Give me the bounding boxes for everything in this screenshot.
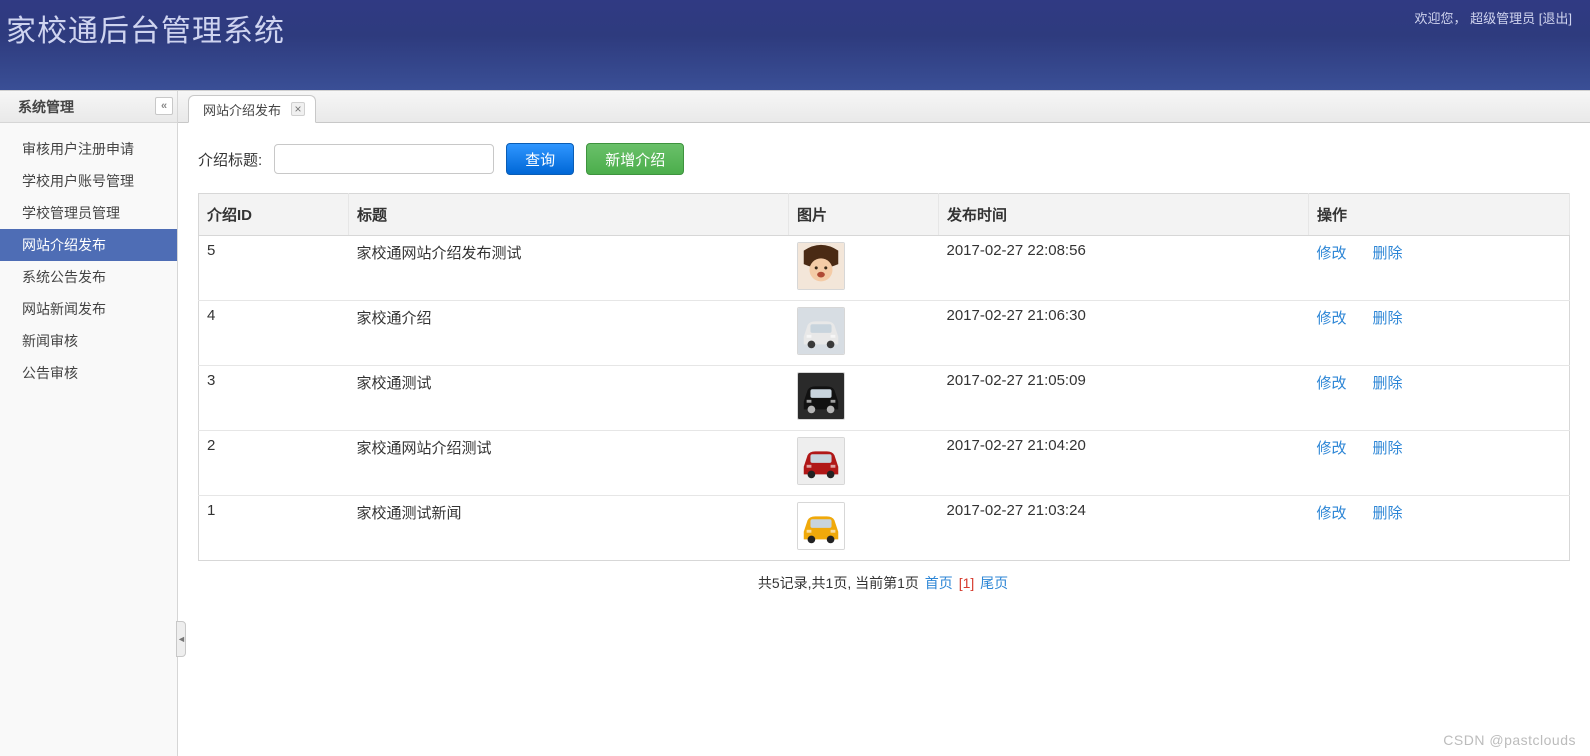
app-header: 家校通后台管理系统 欢迎您， 超级管理员 [退出] [0, 0, 1590, 90]
sidebar-item-3[interactable]: 网站介绍发布 [0, 229, 177, 261]
add-button[interactable]: 新增介绍 [586, 143, 684, 175]
edit-link[interactable]: 修改 [1317, 505, 1347, 522]
sidebar-item-7[interactable]: 公告审核 [0, 357, 177, 389]
welcome-user: 超级管理员 [1470, 11, 1535, 26]
sidebar-item-0[interactable]: 审核用户注册申请 [0, 133, 177, 165]
cell-image [789, 366, 939, 431]
table-row: 5家校通网站介绍发布测试 2017-02-27 22:08:56 修改 删除 [199, 236, 1570, 301]
sidebar-header: 系统管理 « [0, 91, 177, 123]
delete-link[interactable]: 删除 [1373, 505, 1403, 522]
cell-ops: 修改 删除 [1309, 496, 1570, 561]
cell-id: 1 [199, 496, 349, 561]
search-bar: 介绍标题: 查询 新增介绍 [198, 143, 1570, 175]
page-body: 介绍标题: 查询 新增介绍 介绍ID 标题 图片 发布时间 操作 5家校通网站介… [178, 123, 1590, 756]
sidebar-item-5[interactable]: 网站新闻发布 [0, 293, 177, 325]
cell-time: 2017-02-27 22:08:56 [939, 236, 1309, 301]
sidebar-header-label: 系统管理 [18, 99, 74, 115]
tab-label: 网站介绍发布 [203, 100, 281, 119]
cell-image [789, 301, 939, 366]
th-time: 发布时间 [939, 194, 1309, 236]
delete-link[interactable]: 删除 [1373, 440, 1403, 457]
cell-time: 2017-02-27 21:03:24 [939, 496, 1309, 561]
pager-first[interactable]: 首页 [925, 575, 953, 591]
th-title: 标题 [349, 194, 789, 236]
sidebar-item-4[interactable]: 系统公告发布 [0, 261, 177, 293]
cell-ops: 修改 删除 [1309, 236, 1570, 301]
pager-current: [1] [959, 575, 975, 591]
sidebar: 系统管理 « 审核用户注册申请学校用户账号管理学校管理员管理网站介绍发布系统公告… [0, 91, 178, 756]
pager-last[interactable]: 尾页 [980, 575, 1008, 591]
logout-link[interactable]: [退出] [1539, 11, 1572, 26]
delete-link[interactable]: 删除 [1373, 375, 1403, 392]
edit-link[interactable]: 修改 [1317, 440, 1347, 457]
edit-link[interactable]: 修改 [1317, 310, 1347, 327]
cell-image [789, 431, 939, 496]
table-row: 2家校通网站介绍测试 2017-02-27 21:04:20 修改 删除 [199, 431, 1570, 496]
delete-link[interactable]: 删除 [1373, 310, 1403, 327]
pager: 共5记录,共1页, 当前第1页 首页 [1] 尾页 [198, 561, 1570, 623]
cell-ops: 修改 删除 [1309, 301, 1570, 366]
thumbnail-icon [797, 502, 845, 550]
cell-ops: 修改 删除 [1309, 366, 1570, 431]
cell-id: 2 [199, 431, 349, 496]
edit-link[interactable]: 修改 [1317, 245, 1347, 262]
th-op: 操作 [1309, 194, 1570, 236]
thumbnail-icon [797, 307, 845, 355]
sidebar-item-6[interactable]: 新闻审核 [0, 325, 177, 357]
table-row: 1家校通测试新闻 2017-02-27 21:03:24 修改 删除 [199, 496, 1570, 561]
content-area: 网站介绍发布 × 介绍标题: 查询 新增介绍 介绍ID 标题 图片 发布时 [178, 91, 1590, 756]
search-input[interactable] [274, 144, 494, 174]
cell-title: 家校通网站介绍发布测试 [349, 236, 789, 301]
cell-time: 2017-02-27 21:06:30 [939, 301, 1309, 366]
intro-table: 介绍ID 标题 图片 发布时间 操作 5家校通网站介绍发布测试 2017-02-… [198, 193, 1570, 561]
cell-title: 家校通介绍 [349, 301, 789, 366]
cell-title: 家校通测试新闻 [349, 496, 789, 561]
cell-image [789, 236, 939, 301]
thumbnail-icon [797, 372, 845, 420]
app-title: 家校通后台管理系统 [6, 6, 285, 50]
cell-id: 3 [199, 366, 349, 431]
tab-website-intro[interactable]: 网站介绍发布 × [188, 95, 316, 123]
cell-id: 4 [199, 301, 349, 366]
cell-ops: 修改 删除 [1309, 431, 1570, 496]
thumbnail-icon [797, 437, 845, 485]
table-row: 4家校通介绍 2017-02-27 21:06:30 修改 删除 [199, 301, 1570, 366]
cell-time: 2017-02-27 21:05:09 [939, 366, 1309, 431]
table-row: 3家校通测试 2017-02-27 21:05:09 修改 删除 [199, 366, 1570, 431]
query-button[interactable]: 查询 [506, 143, 574, 175]
thumbnail-icon [797, 242, 845, 290]
delete-link[interactable]: 删除 [1373, 245, 1403, 262]
th-id: 介绍ID [199, 194, 349, 236]
sidebar-drag-handle[interactable] [176, 621, 186, 657]
sidebar-item-1[interactable]: 学校用户账号管理 [0, 165, 177, 197]
edit-link[interactable]: 修改 [1317, 375, 1347, 392]
tabbar: 网站介绍发布 × [178, 91, 1590, 123]
tab-close-icon[interactable]: × [291, 102, 305, 116]
pager-summary: 共5记录,共1页, 当前第1页 [758, 575, 923, 591]
cell-title: 家校通网站介绍测试 [349, 431, 789, 496]
cell-id: 5 [199, 236, 349, 301]
welcome-prefix: 欢迎您， [1414, 11, 1466, 26]
th-img: 图片 [789, 194, 939, 236]
sidebar-collapse-icon[interactable]: « [155, 97, 173, 115]
table-header-row: 介绍ID 标题 图片 发布时间 操作 [199, 194, 1570, 236]
cell-time: 2017-02-27 21:04:20 [939, 431, 1309, 496]
cell-title: 家校通测试 [349, 366, 789, 431]
search-label: 介绍标题: [198, 149, 262, 170]
sidebar-item-2[interactable]: 学校管理员管理 [0, 197, 177, 229]
welcome-bar: 欢迎您， 超级管理员 [退出] [1414, 8, 1572, 27]
cell-image [789, 496, 939, 561]
